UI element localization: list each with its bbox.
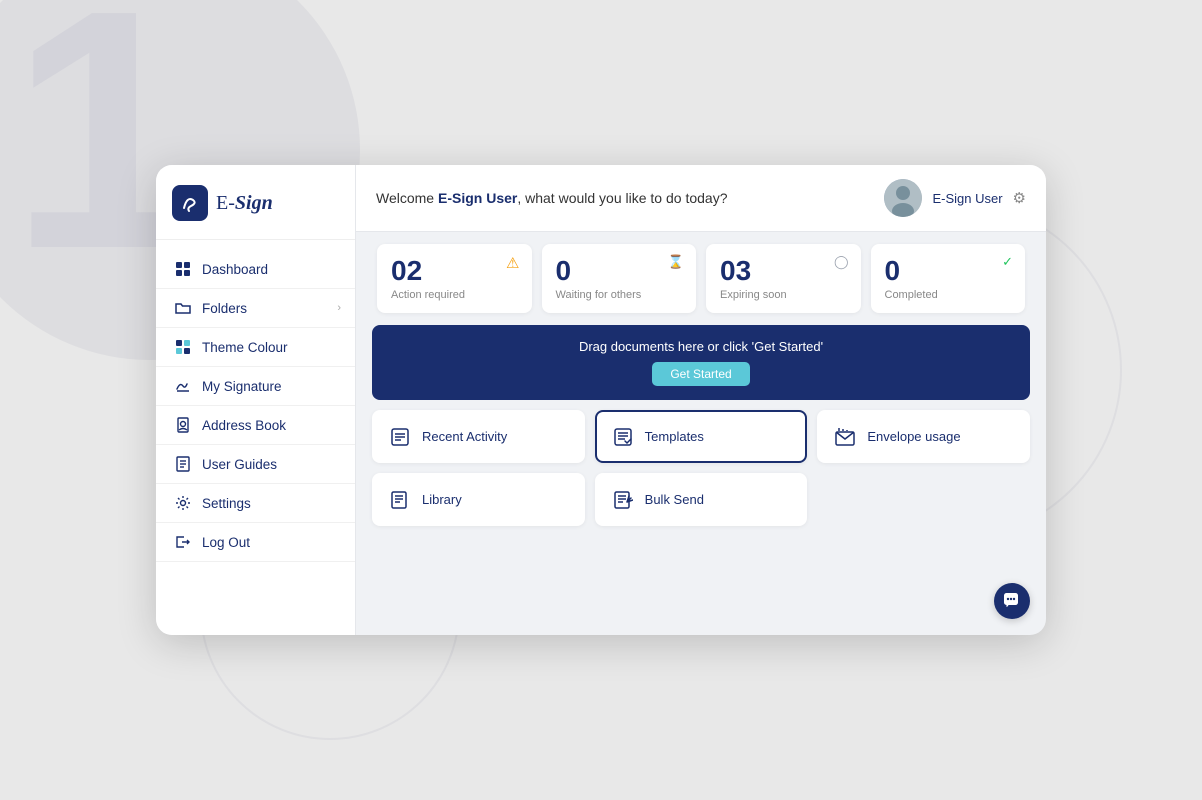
logo-text: E-Sign (216, 192, 273, 215)
dashboard-icon (174, 260, 192, 278)
tile-recent-activity[interactable]: Recent Activity (372, 410, 585, 463)
stats-row: 02 Action required ⚠ 0 Waiting for other… (356, 232, 1046, 325)
sidebar: E-Sign Dashboard (156, 165, 356, 635)
stat-label-expiring: Expiring soon (720, 289, 787, 301)
avatar-image (884, 179, 922, 217)
stat-expiring[interactable]: 03 Expiring soon ◯ (706, 244, 861, 313)
user-display-name: E-Sign User (932, 191, 1002, 206)
sidebar-item-settings[interactable]: Settings (156, 484, 355, 523)
envelope-usage-icon (835, 426, 855, 447)
library-icon (390, 489, 410, 510)
stat-number-expiring: 03 (720, 256, 751, 287)
tile-label-envelope: Envelope usage (867, 429, 960, 444)
nav-list: Dashboard Folders › (156, 240, 355, 635)
stat-action-required[interactable]: 02 Action required ⚠ (377, 244, 532, 313)
sidebar-label-dashboard: Dashboard (202, 262, 268, 277)
logo-icon (172, 185, 208, 221)
tile-templates[interactable]: Templates (595, 410, 808, 463)
address-book-icon (174, 416, 192, 434)
sidebar-label-logout: Log Out (202, 535, 250, 550)
stat-label-waiting: Waiting for others (556, 289, 642, 301)
sidebar-label-settings: Settings (202, 496, 251, 511)
welcome-suffix: , what would you like to do today? (517, 190, 727, 206)
tiles-grid: Recent Activity Templates (356, 410, 1046, 539)
tile-envelope-usage[interactable]: Envelope usage (817, 410, 1030, 463)
sidebar-label-signature: My Signature (202, 379, 282, 394)
logo-part2: Sign (235, 192, 273, 214)
sidebar-label-theme: Theme Colour (202, 340, 288, 355)
welcome-prefix: Welcome (376, 190, 438, 206)
sidebar-label-guides: User Guides (202, 457, 277, 472)
main-card: E-Sign Dashboard (156, 165, 1046, 635)
stat-label-action: Action required (391, 289, 465, 301)
chevron-right-icon: › (337, 302, 341, 314)
signature-icon (174, 377, 192, 395)
clock-icon: ◯ (834, 254, 849, 270)
tile-label-recent-activity: Recent Activity (422, 429, 507, 444)
logo-part1: E- (216, 192, 235, 214)
tile-label-templates: Templates (645, 429, 704, 444)
chat-button[interactable] (994, 583, 1030, 619)
sidebar-label-folders: Folders (202, 301, 247, 316)
avatar (884, 179, 922, 217)
user-area: E-Sign User ⚙ (884, 179, 1026, 217)
sidebar-item-theme-colour[interactable]: Theme Colour (156, 328, 355, 367)
get-started-button[interactable]: Get Started (652, 362, 749, 386)
welcome-username: E-Sign User (438, 190, 517, 206)
tile-label-bulk-send: Bulk Send (645, 492, 704, 507)
warning-icon: ⚠ (506, 254, 519, 272)
header: Welcome E-Sign User, what would you like… (356, 165, 1046, 232)
stat-waiting[interactable]: 0 Waiting for others ⌛ (542, 244, 697, 313)
sidebar-label-address: Address Book (202, 418, 286, 433)
logout-icon (174, 533, 192, 551)
main-content: Welcome E-Sign User, what would you like… (356, 165, 1046, 635)
recent-activity-icon (390, 426, 410, 447)
sidebar-item-address-book[interactable]: Address Book (156, 406, 355, 445)
sidebar-item-logout[interactable]: Log Out (156, 523, 355, 562)
tile-bulk-send[interactable]: Bulk Send (595, 473, 808, 526)
sidebar-item-user-guides[interactable]: User Guides (156, 445, 355, 484)
folders-icon (174, 299, 192, 317)
stat-number-action: 02 (391, 256, 422, 287)
stat-number-waiting: 0 (556, 256, 572, 287)
sidebar-item-dashboard[interactable]: Dashboard (156, 250, 355, 289)
logo-area: E-Sign (156, 165, 355, 240)
check-circle-icon: ✓ (1002, 254, 1013, 270)
stat-label-completed: Completed (885, 289, 938, 301)
bulk-send-icon (613, 489, 633, 510)
gear-icon[interactable]: ⚙ (1013, 189, 1026, 207)
hourglass-icon: ⌛ (668, 254, 684, 270)
sidebar-item-my-signature[interactable]: My Signature (156, 367, 355, 406)
stat-number-completed: 0 (885, 256, 901, 287)
upload-banner-text: Drag documents here or click 'Get Starte… (579, 339, 823, 354)
tile-label-library: Library (422, 492, 462, 507)
stat-completed[interactable]: 0 Completed ✓ (871, 244, 1026, 313)
theme-icon (174, 338, 192, 356)
sidebar-item-folders[interactable]: Folders › (156, 289, 355, 328)
templates-icon (613, 426, 633, 447)
settings-icon (174, 494, 192, 512)
tile-library[interactable]: Library (372, 473, 585, 526)
welcome-text: Welcome E-Sign User, what would you like… (376, 190, 727, 206)
user-guides-icon (174, 455, 192, 473)
upload-banner: Drag documents here or click 'Get Starte… (372, 325, 1030, 400)
